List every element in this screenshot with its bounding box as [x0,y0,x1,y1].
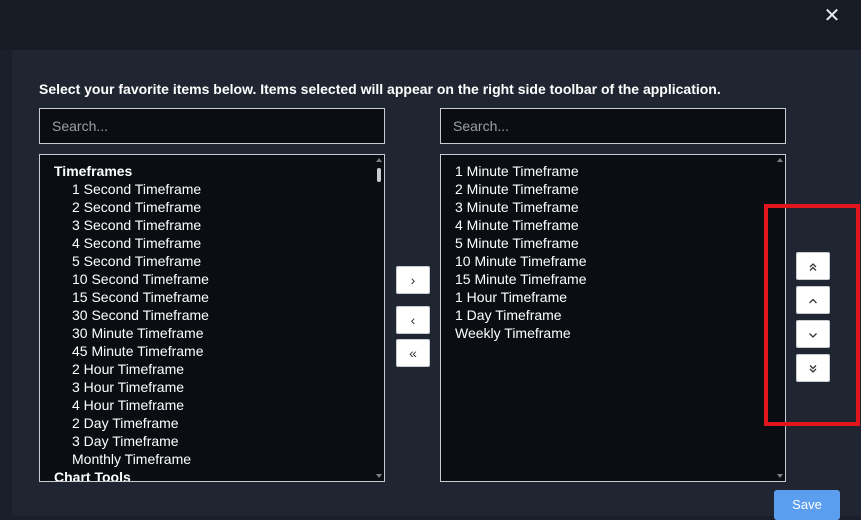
list-item[interactable]: 4 Minute Timeframe [455,216,773,234]
list-item[interactable]: 1 Second Timeframe [54,180,372,198]
list-item[interactable]: 10 Second Timeframe [54,270,372,288]
list-item[interactable]: 2 Minute Timeframe [455,180,773,198]
list-item[interactable]: 3 Day Timeframe [54,432,372,450]
move-to-top-button[interactable] [796,252,830,280]
list-item[interactable]: 30 Second Timeframe [54,306,372,324]
selected-items-scrollbar[interactable] [776,155,785,481]
move-to-bottom-button[interactable] [796,354,830,382]
scroll-down-arrow-icon[interactable] [376,474,382,478]
list-item[interactable]: 2 Second Timeframe [54,198,372,216]
list-item[interactable]: 3 Hour Timeframe [54,378,372,396]
list-item[interactable]: 15 Second Timeframe [54,288,372,306]
scroll-thumb[interactable] [377,168,381,182]
list-item[interactable]: Monthly Timeframe [54,450,372,468]
available-items-content: Timeframes 1 Second Timeframe 2 Second Tim… [54,162,372,481]
list-item[interactable]: 3 Minute Timeframe [455,198,773,216]
selected-items-content: 1 Minute Timeframe 2 Minute Timeframe 3 Mi… [455,162,773,342]
available-items-list[interactable]: Timeframes 1 Second Timeframe 2 Second Tim… [39,154,385,482]
double-chevron-left-icon: « [409,345,417,361]
scroll-up-arrow-icon[interactable] [376,158,382,162]
double-chevron-down-icon [809,364,817,373]
selected-items-list[interactable]: 1 Minute Timeframe 2 Minute Timeframe 3 Mi… [440,154,786,482]
move-down-button[interactable] [796,320,830,348]
list-item[interactable]: 2 Day Timeframe [54,414,372,432]
list-group-header[interactable]: Timeframes [54,162,372,180]
chevron-down-icon [809,332,817,338]
list-group-header[interactable]: Chart Tools [54,468,372,481]
list-item[interactable]: 30 Minute Timeframe [54,324,372,342]
list-item[interactable]: 5 Second Timeframe [54,252,372,270]
selected-items-search-input[interactable] [440,108,786,144]
list-item[interactable]: 4 Second Timeframe [54,234,372,252]
move-up-button[interactable] [796,286,830,314]
close-icon: ✕ [823,5,841,27]
list-item[interactable]: 3 Second Timeframe [54,216,372,234]
chevron-left-icon: ‹ [410,312,416,328]
instructions-text: Select your favorite items below. Items … [39,81,721,97]
remove-all-button[interactable]: « [396,339,430,367]
add-selected-button[interactable]: › [396,266,430,294]
list-item[interactable]: 5 Minute Timeframe [455,234,773,252]
list-item[interactable]: 15 Minute Timeframe [455,270,773,288]
list-item[interactable]: 1 Minute Timeframe [455,162,773,180]
dialog-header: ✕ [0,0,861,50]
available-items-scrollbar[interactable] [375,155,384,481]
list-item[interactable]: 10 Minute Timeframe [455,252,773,270]
available-items-search-input[interactable] [39,108,385,144]
list-item[interactable]: 1 Hour Timeframe [455,288,773,306]
list-item[interactable]: 1 Day Timeframe [455,306,773,324]
list-item[interactable]: 4 Hour Timeframe [54,396,372,414]
double-chevron-up-icon [809,262,817,271]
chevron-up-icon [809,298,817,304]
scroll-down-arrow-icon[interactable] [777,474,783,478]
list-item[interactable]: 45 Minute Timeframe [54,342,372,360]
close-button[interactable]: ✕ [821,5,843,27]
list-item[interactable]: 2 Hour Timeframe [54,360,372,378]
list-item[interactable]: Weekly Timeframe [455,324,773,342]
scroll-up-arrow-icon[interactable] [777,158,783,162]
chevron-right-icon: › [410,272,416,288]
remove-selected-button[interactable]: ‹ [396,306,430,334]
